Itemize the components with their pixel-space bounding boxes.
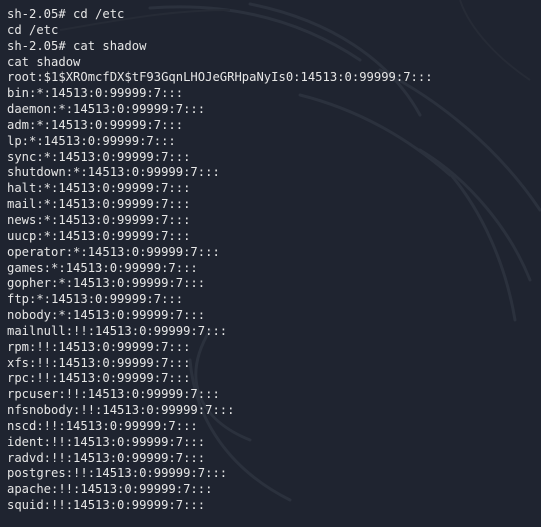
terminal-line: mail:*:14513:0:99999:7::: — [7, 197, 191, 212]
terminal-line: operator:*:14513:0:99999:7::: — [7, 244, 220, 259]
terminal-line: gopher:*:14513:0:99999:7::: — [7, 276, 206, 291]
terminal-line: news:*:14513:0:99999:7::: — [7, 212, 191, 227]
terminal-line: mailnull:!!:14513:0:99999:7::: — [7, 323, 228, 338]
terminal-line: apache:!!:14513:0:99999:7::: — [7, 482, 213, 497]
terminal-line: rpcuser:!!:14513:0:99999:7::: — [7, 387, 220, 402]
terminal-window[interactable]: sh-2.05# cd /etc cd /etc sh-2.05# cat shad… — [0, 0, 541, 527]
terminal-line: lp:*:14513:0:99999:7::: — [7, 133, 176, 148]
terminal-line: ftp:*:14513:0:99999:7::: — [7, 292, 184, 307]
terminal-line: shutdown:*:14513:0:99999:7::: — [7, 165, 220, 180]
terminal-line: uucp:*:14513:0:99999:7::: — [7, 228, 191, 243]
terminal-line: halt:*:14513:0:99999:7::: — [7, 181, 191, 196]
terminal-line: radvd:!!:14513:0:99999:7::: — [7, 450, 206, 465]
terminal-output[interactable]: sh-2.05# cd /etc cd /etc sh-2.05# cat shad… — [7, 7, 537, 514]
terminal-line: cd /etc — [7, 22, 59, 37]
terminal-line: nobody:*:14513:0:99999:7::: — [7, 308, 206, 323]
terminal-line: ident:!!:14513:0:99999:7::: — [7, 434, 206, 449]
terminal-line: xfs:!!:14513:0:99999:7::: — [7, 355, 191, 370]
terminal-line: nfsnobody:!!:14513:0:99999:7::: — [7, 403, 235, 418]
terminal-line: daemon:*:14513:0:99999:7::: — [7, 102, 206, 117]
terminal-line: games:*:14513:0:99999:7::: — [7, 260, 198, 275]
terminal-line: cat shadow — [7, 54, 81, 69]
terminal-line: bin:*:14513:0:99999:7::: — [7, 86, 184, 101]
terminal-line: postgres:!!:14513:0:99999:7::: — [7, 466, 228, 481]
terminal-line: sh-2.05# cat shadow — [7, 38, 147, 53]
terminal-line: adm:*:14513:0:99999:7::: — [7, 117, 184, 132]
terminal-line: rpc:!!:14513:0:99999:7::: — [7, 371, 191, 386]
terminal-line: squid:!!:14513:0:99999:7::: — [7, 498, 206, 513]
terminal-line: sh-2.05# cd /etc — [7, 7, 125, 21]
terminal-line: rpm:!!:14513:0:99999:7::: — [7, 339, 191, 354]
terminal-line: sync:*:14513:0:99999:7::: — [7, 149, 191, 164]
terminal-line: nscd:!!:14513:0:99999:7::: — [7, 418, 198, 433]
terminal-line: root:$1$XROmcfDX$tF93GqnLHOJeGRHpaNyIs0:… — [7, 70, 433, 85]
